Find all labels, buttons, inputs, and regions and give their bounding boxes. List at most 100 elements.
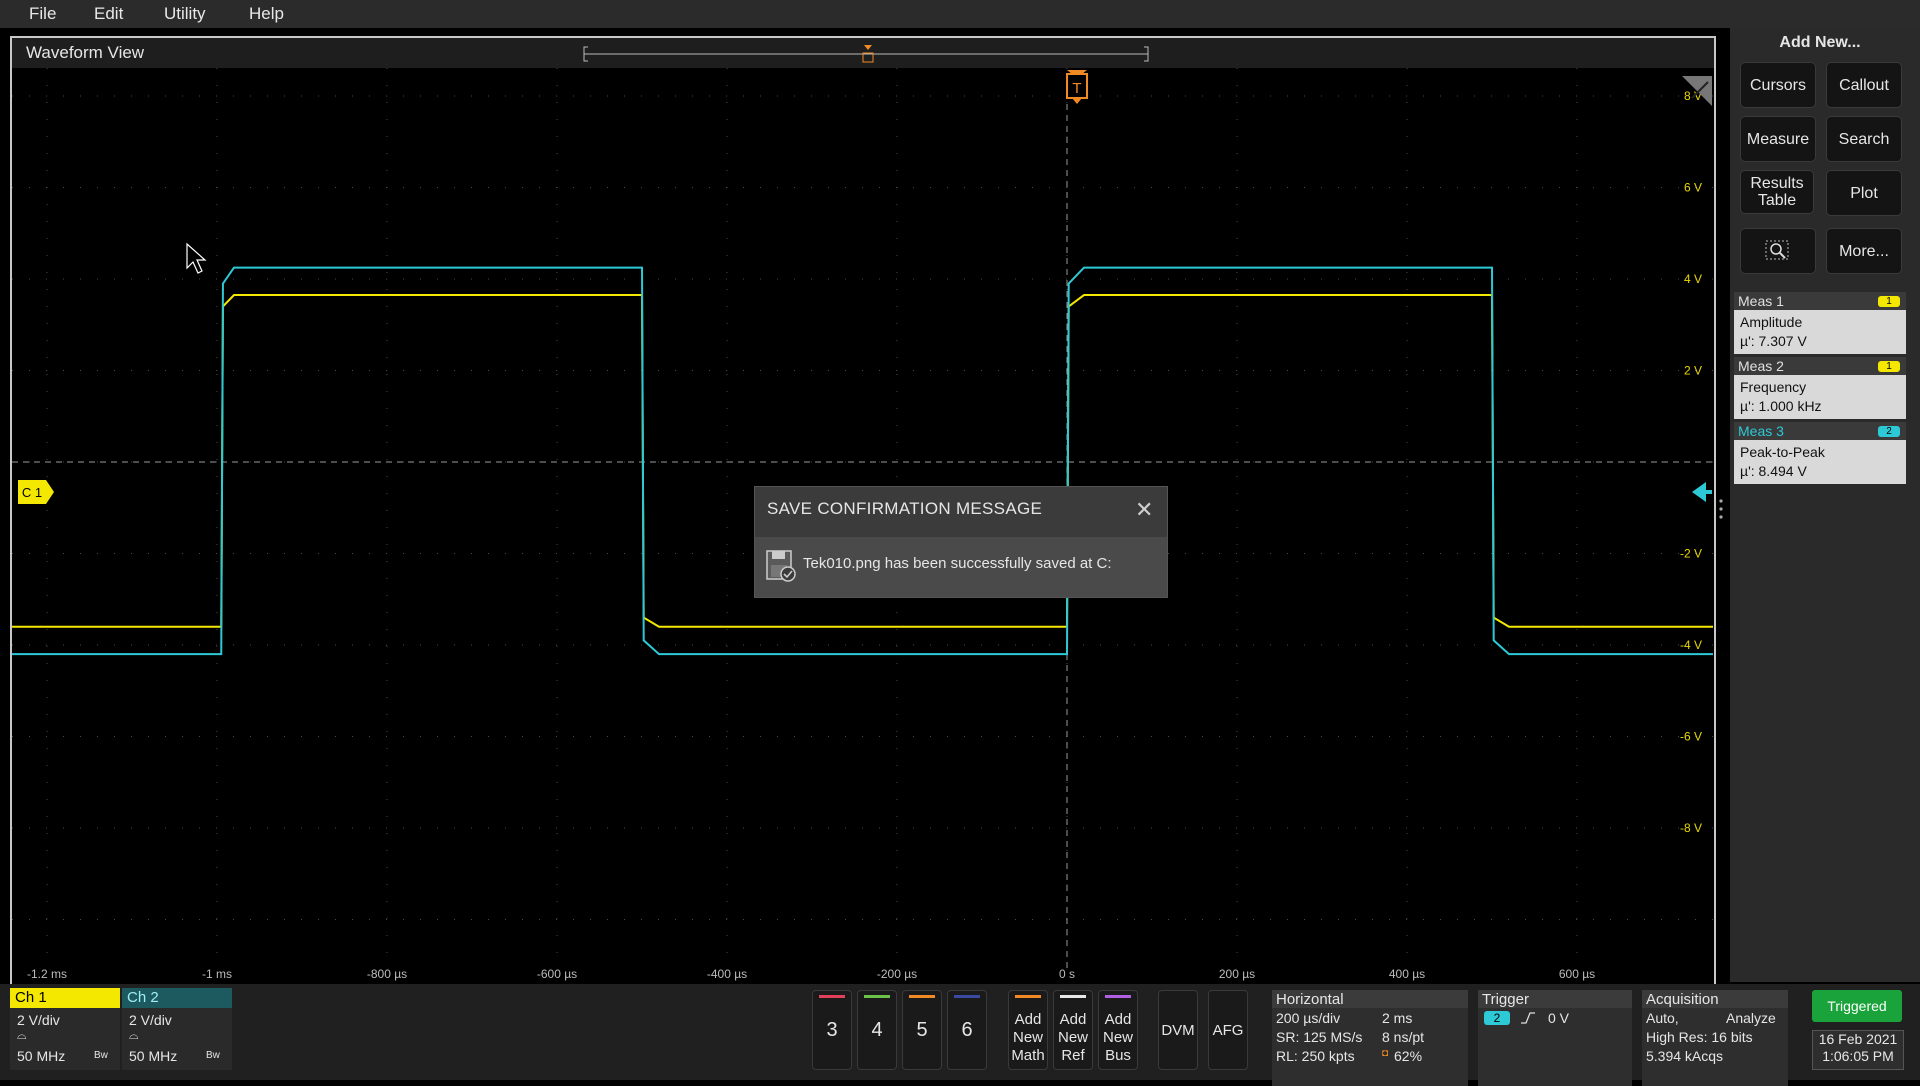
dialog-body: Tek010.png has been successfully saved a… [755,537,1167,597]
close-icon[interactable]: ✕ [1135,497,1153,523]
y-axis-label: 4 V [1684,272,1702,286]
more-button[interactable]: More... [1826,228,1902,274]
waveform-view-title: Waveform View [26,43,145,62]
meas-1-value: µ': 7.307 V [1740,333,1807,349]
plot-button[interactable]: Plot [1826,170,1902,216]
svg-text:C 1: C 1 [22,485,42,500]
channel-2-name: Ch 2 [127,989,159,1006]
horizontal-position-icon: ◘ [1382,1048,1389,1059]
channel-3-button[interactable]: 3 [812,990,852,1070]
add-new-math-button[interactable]: Add New Math [1008,990,1048,1070]
rising-edge-icon [1521,1012,1535,1024]
meas-2-value: µ': 1.000 kHz [1740,398,1822,414]
x-axis-label: -1 ms [202,967,232,981]
menu-edit[interactable]: Edit [94,4,123,24]
triggered-status-button[interactable]: Triggered [1812,990,1902,1022]
add-new-ref-button[interactable]: Add New Ref [1053,990,1093,1070]
x-axis-label: 400 µs [1389,967,1425,981]
menu-help[interactable]: Help [249,4,284,24]
meas-2-header: Meas 2 1 [1734,357,1906,375]
svg-text:T: T [1072,80,1081,97]
channel-1-bandwidth: 50 MHz [17,1048,66,1064]
channel-5-button[interactable]: 5 [902,990,942,1070]
trigger-source-badge: 2 [1484,1011,1510,1025]
meas-3-value: µ': 8.494 V [1740,463,1807,479]
channel-2-badge[interactable]: Ch 2 2 V/div ⌓ 50 MHz Bw [122,988,232,1070]
record-length: RL: 250 kpts [1276,1048,1355,1064]
analyze-mode: Analyze [1726,1010,1776,1026]
y-axis-label: 2 V [1684,364,1702,378]
acquisition-badge[interactable]: Acquisition Auto, Analyze High Res: 16 b… [1642,990,1788,1086]
channel-6-button[interactable]: 6 [947,990,987,1070]
meas-1-card[interactable]: Meas 1 1 Amplitude µ': 7.307 V [1734,292,1906,354]
channel-4-button[interactable]: 4 [857,990,897,1070]
acquisition-resolution: High Res: 16 bits [1646,1029,1753,1045]
meas-2-body: Frequency µ': 1.000 kHz [1734,375,1906,419]
waveform-view-header: Waveform View [12,38,1714,68]
horizontal-badge[interactable]: Horizontal 200 µs/div 2 ms SR: 125 MS/s … [1272,990,1468,1086]
acquisition-mode: Auto, [1646,1010,1679,1026]
zoom-button[interactable] [1740,228,1816,274]
right-panel: Add New... Cursors Callout Measure Searc… [1730,28,1920,982]
meas-3-header: Meas 3 2 [1734,422,1906,440]
menu-file[interactable]: File [29,4,56,24]
trigger-level: 0 V [1548,1010,1570,1026]
channel-1-marker[interactable]: C 1 [18,480,54,504]
y-axis-label: 6 V [1684,181,1702,195]
point-rate: 8 ns/pt [1382,1029,1425,1045]
results-table-button[interactable]: Results Table [1740,170,1814,214]
search-button[interactable]: Search [1826,116,1902,162]
callout-button[interactable]: Callout [1826,62,1902,108]
x-axis-label: -800 µs [367,967,407,981]
add-new-bus-button[interactable]: Add New Bus [1098,990,1138,1070]
meas-1-source-badge: 1 [1878,296,1900,307]
zoom-icon [1765,240,1789,260]
date-time-display[interactable]: 16 Feb 2021 1:06:05 PM [1812,1030,1904,1070]
channel-1-scale: 2 V/div [17,1012,60,1028]
horizontal-title: Horizontal [1276,991,1344,1008]
meas-3-source-badge: 2 [1878,426,1900,437]
afg-button[interactable]: AFG [1208,990,1248,1070]
cursors-button[interactable]: Cursors [1740,62,1816,108]
acquisition-title: Acquisition [1646,991,1719,1008]
dvm-button[interactable]: DVM [1158,990,1198,1070]
measure-button[interactable]: Measure [1740,116,1816,162]
x-axis-label: 600 µs [1559,967,1595,981]
channel-1-name: Ch 1 [15,989,47,1006]
date-label: 16 Feb 2021 [1818,1031,1898,1047]
x-axis-label: 200 µs [1219,967,1255,981]
trigger-marker[interactable]: T [1066,70,1088,104]
meas-2-source-badge: 1 [1878,361,1900,372]
meas-1-body: Amplitude µ': 7.307 V [1734,310,1906,354]
meas-3-card[interactable]: Meas 3 2 Peak-to-Peak µ': 8.494 V [1734,422,1906,484]
x-axis-label: -400 µs [707,967,747,981]
meas-2-name: Frequency [1740,379,1807,395]
probe-icon: ⌓ [129,1028,139,1042]
x-axis-label: 0 s [1059,967,1075,981]
dialog-title: SAVE CONFIRMATION MESSAGE [767,499,1043,518]
probe-icon: ⌓ [17,1028,27,1042]
trigger-level-icon[interactable] [1692,482,1712,502]
save-confirmation-dialog: SAVE CONFIRMATION MESSAGE ✕ Tek010.png h… [754,486,1168,598]
channel-1-badge[interactable]: Ch 1 2 V/div ⌓ 50 MHz Bw [10,988,120,1070]
menu-bar: File Edit Utility Help [0,0,1920,28]
trigger-badge[interactable]: Trigger 2 0 V [1478,990,1632,1086]
mouse-pointer-icon [186,242,207,274]
bandwidth-limit-icon: Bw [94,1050,108,1061]
meas-1-name: Amplitude [1740,314,1803,330]
meas-2-card[interactable]: Meas 2 1 Frequency µ': 1.000 kHz [1734,357,1906,419]
trigger-title: Trigger [1482,991,1529,1008]
record-view-bar[interactable] [582,44,1162,64]
meas-3-body: Peak-to-Peak µ': 8.494 V [1734,440,1906,484]
add-new-label: Add New... [1779,34,1861,51]
meas-1-header: Meas 1 1 [1734,292,1906,310]
horizontal-duration: 2 ms [1382,1010,1413,1026]
bandwidth-limit-icon: Bw [206,1050,220,1061]
panel-resize-handle[interactable] [1719,498,1723,522]
y-axis-label: -4 V [1680,638,1702,652]
menu-utility[interactable]: Utility [164,4,206,24]
save-success-icon [766,550,796,582]
channel-2-bandwidth: 50 MHz [129,1048,178,1064]
y-axis-label: -2 V [1680,547,1702,561]
horizontal-scale: 200 µs/div [1276,1010,1341,1026]
